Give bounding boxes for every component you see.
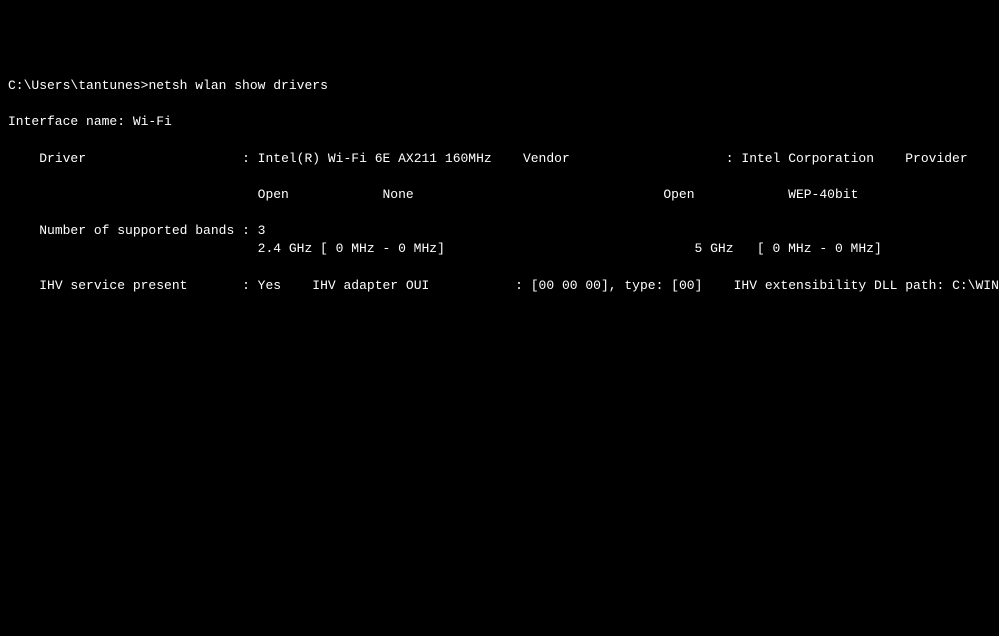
field-label: Vendor — [523, 151, 726, 166]
indent — [445, 241, 695, 256]
trailer-fields: IHV service present : Yes IHV adapter OU… — [8, 277, 991, 295]
auth-method: Open — [663, 187, 788, 202]
bands-value: 3 — [258, 223, 266, 238]
driver-fields: Driver : Intel(R) Wi-Fi 6E AX211 160MHz … — [8, 150, 991, 168]
interface-label: Interface name: — [8, 114, 133, 129]
cipher-method: WEP-40bit — [788, 187, 858, 202]
field-value: Yes — [258, 278, 281, 293]
field-label: IHV service present — [39, 278, 242, 293]
field-value: C:\WINDOWS\System32\DriverStore\FileRepo… — [952, 278, 999, 293]
driver-field-line: Vendor : Intel Corporation — [492, 151, 874, 166]
auth-cipher-row: Open None — [8, 187, 414, 202]
indent — [414, 187, 664, 202]
field-separator: : — [242, 151, 258, 166]
indent — [8, 187, 258, 202]
field-separator: : — [726, 151, 742, 166]
auth-cipher-list: Open None Open WEP-40bit Open WEP-104bit… — [8, 186, 991, 204]
field-label: IHV adapter OUI — [312, 278, 515, 293]
indent — [702, 278, 733, 293]
band-row: 2.4 GHz [ 0 MHz - 0 MHz] — [8, 241, 445, 256]
indent — [8, 223, 39, 238]
command-text: netsh wlan show drivers — [148, 78, 327, 93]
band-value: 5 GHz [ 0 MHz - 0 MHz] — [695, 241, 882, 256]
auth-cipher-row: Open WEP-104bit — [858, 187, 999, 202]
prompt-path: C:\Users\tantunes> — [8, 78, 148, 93]
indent — [8, 278, 39, 293]
band-row: 5 GHz [ 0 MHz - 0 MHz] — [445, 241, 882, 256]
field-label: IHV extensibility DLL path — [734, 278, 937, 293]
indent — [8, 151, 39, 166]
bands-count-line: Number of supported bands : 3 — [8, 223, 265, 238]
auth-cipher-row: Open WEP-40bit — [414, 187, 859, 202]
indent — [281, 278, 312, 293]
indent — [492, 151, 523, 166]
trailer-field-line: IHV adapter OUI : [00 00 00], type: [00] — [281, 278, 702, 293]
field-separator: : — [515, 278, 531, 293]
band-list: 2.4 GHz [ 0 MHz - 0 MHz] 5 GHz [ 0 MHz -… — [8, 240, 991, 258]
band-row: 6 GHz [ 0 MHz - 0 MHz] — [882, 241, 999, 256]
indent — [874, 151, 905, 166]
interface-name: Wi-Fi — [133, 114, 172, 129]
bands-label: Number of supported bands — [39, 223, 242, 238]
driver-field-line: Driver : Intel(R) Wi-Fi 6E AX211 160MHz — [8, 151, 492, 166]
indent — [8, 241, 258, 256]
trailer-field-line: IHV extensibility DLL path: C:\WINDOWS\S… — [702, 278, 999, 293]
indent — [858, 187, 999, 202]
indent — [882, 241, 999, 256]
field-separator: : — [242, 278, 258, 293]
field-separator: : — [936, 278, 952, 293]
bands-sep: : — [242, 223, 258, 238]
cipher-method: None — [382, 187, 413, 202]
interface-line: Interface name: Wi-Fi — [8, 114, 172, 129]
field-value: Intel(R) Wi-Fi 6E AX211 160MHz — [258, 151, 492, 166]
command-prompt-line[interactable]: C:\Users\tantunes>netsh wlan show driver… — [8, 78, 328, 93]
field-value: [00 00 00], type: [00] — [531, 278, 703, 293]
band-value: 2.4 GHz [ 0 MHz - 0 MHz] — [258, 241, 445, 256]
field-label: Driver — [39, 151, 242, 166]
trailer-field-line: IHV service present : Yes — [8, 278, 281, 293]
field-label: Provider — [905, 151, 999, 166]
auth-method: Open — [258, 187, 383, 202]
driver-field-line: Provider : Intel — [874, 151, 999, 166]
field-value: Intel Corporation — [741, 151, 874, 166]
